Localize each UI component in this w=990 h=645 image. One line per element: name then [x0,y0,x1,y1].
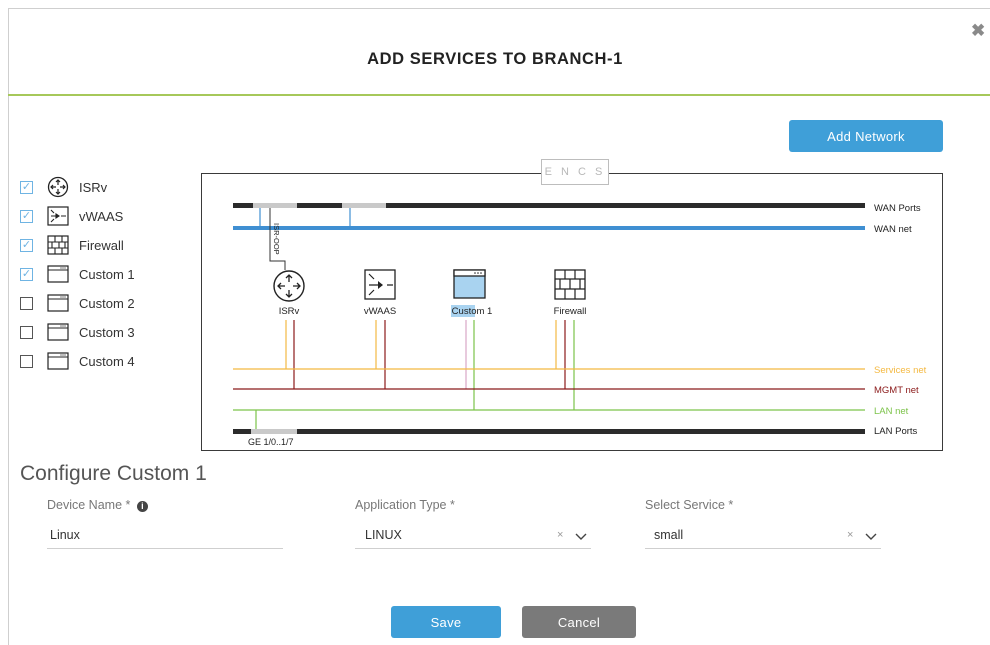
service-checkbox[interactable]: ✓ [20,209,33,223]
configure-title: Configure Custom 1 [20,462,207,485]
service-item-firewall[interactable]: ✓ Firewall [20,234,200,256]
wan-net-label: WAN net [874,224,912,235]
node-label: Firewall [554,306,587,317]
service-checkbox[interactable]: ✓ [20,180,33,194]
wan-net-bus[interactable] [233,226,865,230]
service-item-custom-1[interactable]: ✓ Custom 1 [20,263,200,285]
service-checkbox[interactable]: ✓ [20,238,33,252]
firewall-icon [554,269,586,300]
window-icon [46,321,70,343]
service-label: Custom 1 [79,266,135,282]
node-label: ISRv [279,306,300,317]
device-name-value: Linux [50,528,80,542]
select-service-value: small [654,528,684,542]
service-label: Custom 2 [79,295,135,311]
wan-ports-label: WAN Ports [874,203,921,214]
device-name-label-text: Device Name * [47,498,131,512]
window-icon [453,269,486,299]
node-isrv[interactable]: ISRv [273,270,305,317]
application-type-label: Application Type * [355,498,455,512]
clear-icon[interactable]: × [557,529,563,541]
close-icon[interactable]: ✖ [971,22,985,39]
service-item-isrv[interactable]: ✓ ISRv [20,176,200,198]
window-icon [46,350,70,372]
service-item-custom-2[interactable]: Custom 2 [20,292,200,314]
isr-oop-label: ISR-OOP [272,223,281,255]
info-icon[interactable]: i [136,501,148,512]
application-type-value: LINUX [365,528,402,542]
title-divider [8,94,990,96]
cancel-button[interactable]: Cancel [522,606,636,638]
service-label: Firewall [79,237,124,253]
router-icon [46,176,70,198]
add-network-button[interactable]: Add Network [789,120,943,152]
service-label: Custom 4 [79,353,135,369]
window-icon [46,292,70,314]
encs-chassis-label: E N C S [541,159,609,185]
node-firewall[interactable]: Firewall [554,269,587,317]
dialog-title: ADD SERVICES TO BRANCH-1 [367,50,623,68]
node-custom-1[interactable]: Custom 1 [451,269,493,317]
node-vwaas[interactable]: vWAAS [364,269,396,317]
chevron-down-icon[interactable] [575,525,587,548]
wan-optimizer-icon [364,269,396,300]
select-service-label: Select Service * [645,498,734,512]
port-range-label: GE 1/0..1/7 [248,437,294,447]
node-label: Custom 1 [452,306,493,317]
router-icon [273,270,305,302]
service-label: vWAAS [79,208,124,224]
lan-net-label: LAN net [874,406,909,417]
service-checkbox[interactable] [20,296,33,310]
topology-diagram: WAN Ports WAN net ISR-OOP ISRv vWAAS Cus… [233,203,927,447]
service-label: ISRv [79,179,108,195]
firewall-icon [46,234,70,256]
device-name-field[interactable]: Linux [47,522,283,549]
services-net-label: Services net [874,365,927,376]
device-name-label: Device Name * i [47,498,148,512]
service-checkbox[interactable] [20,354,33,368]
service-checkbox[interactable]: ✓ [20,267,33,281]
service-label: Custom 3 [79,324,135,340]
select-service-select[interactable]: small × [645,522,881,549]
application-type-select[interactable]: LINUX × [355,522,591,549]
service-checkbox[interactable] [20,325,33,339]
window-icon [46,263,70,285]
lan-ports-label: LAN Ports [874,426,918,437]
wan-optimizer-icon [46,205,70,227]
service-item-custom-3[interactable]: Custom 3 [20,321,200,343]
service-item-vwaas[interactable]: ✓ vWAAS [20,205,200,227]
clear-icon[interactable]: × [847,529,853,541]
service-item-custom-4[interactable]: Custom 4 [20,350,200,372]
wan-ports-bar[interactable] [233,203,865,208]
mgmt-net-label: MGMT net [874,385,919,396]
save-button[interactable]: Save [391,606,501,638]
chevron-down-icon[interactable] [865,525,877,548]
lan-ports-bar[interactable] [233,429,865,434]
node-label: vWAAS [364,306,396,317]
